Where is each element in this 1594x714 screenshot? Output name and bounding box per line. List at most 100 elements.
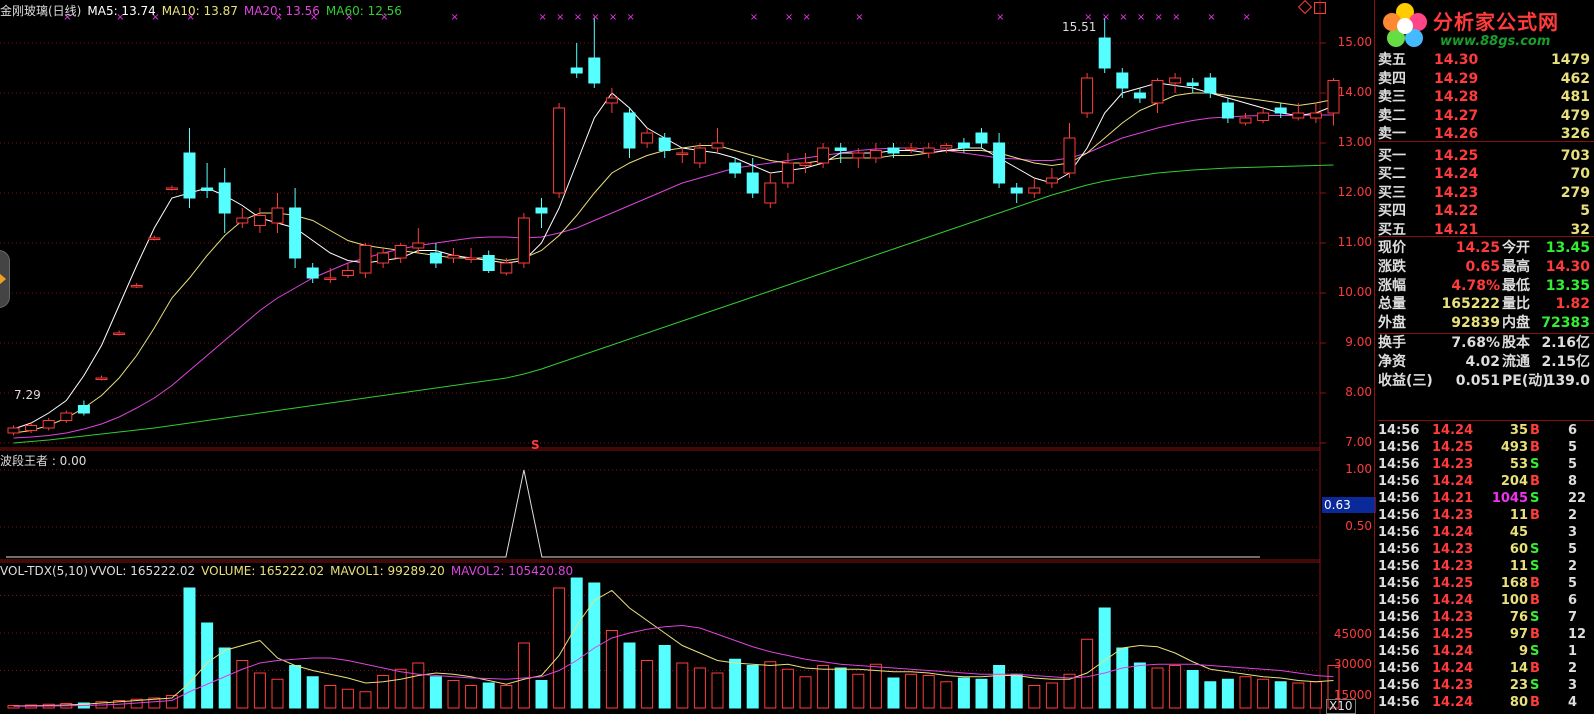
fund-value: 0.051	[1455, 372, 1500, 389]
volume-bar	[623, 642, 636, 709]
order-level-label: 卖二	[1378, 107, 1406, 124]
tick-time: 14:56	[1378, 644, 1420, 659]
volume-bar	[905, 673, 918, 709]
order-price: 14.30	[1434, 52, 1479, 68]
kline-chart[interactable]: × × × × × × × × × × × × × × × × × × × × × × × × × × × ×	[0, 0, 1378, 714]
volume-bar	[324, 685, 337, 709]
main-chart-header: 金刚玻璃(日线) MA5: 13.74 MA10: 13.87 MA20: 13.56…	[0, 2, 408, 19]
tick-count: 2	[1568, 661, 1578, 676]
tick-time: 14:56	[1378, 525, 1420, 540]
candle-body	[201, 187, 214, 191]
candle-body	[764, 182, 777, 204]
tick-row: 14:56 14.24 80 B 4	[1378, 694, 1594, 712]
candle-body	[60, 412, 73, 421]
candle-body	[359, 245, 372, 274]
tick-count: 2	[1568, 508, 1578, 523]
tick-time: 14:56	[1378, 491, 1420, 506]
signal-s-marker: S	[531, 438, 540, 452]
tick-side: B	[1530, 474, 1540, 489]
quote-divider	[1378, 236, 1594, 237]
candle-body	[42, 420, 55, 429]
candle-body	[1221, 102, 1234, 119]
candle-body	[623, 112, 636, 149]
fund-divider	[1378, 333, 1594, 334]
volume-label: VOLUME: 165222.02	[201, 564, 325, 578]
vvol-label: VVOL: 165222.02	[90, 564, 196, 578]
order-level-label: 卖四	[1378, 70, 1406, 87]
candle-body	[799, 162, 812, 166]
tick-row: 14:56 14.23 11 B 2	[1378, 507, 1594, 525]
panel-border	[1374, 0, 1375, 714]
tick-count: 22	[1568, 491, 1587, 506]
mavol2-label: MAVOL2: 105420.80	[450, 564, 574, 578]
price-axis-label: 7.00	[1345, 435, 1372, 449]
tick-count: 12	[1568, 627, 1587, 642]
volume-bar	[465, 685, 478, 709]
order-price: 14.29	[1434, 70, 1479, 87]
quote-value: 13.35	[1545, 277, 1590, 294]
candle-body	[711, 142, 724, 149]
volume-bar	[1081, 638, 1094, 709]
candle-body	[993, 142, 1006, 184]
candle-body	[341, 270, 354, 276]
signal-x-marker: ×	[855, 12, 863, 23]
tick-row: 14:56 14.24 35 B 6	[1378, 422, 1594, 440]
tick-volume: 76	[1509, 610, 1528, 625]
signal-x-marker: ×	[750, 12, 758, 23]
candle-body	[95, 377, 108, 380]
tick-count: 3	[1568, 678, 1578, 693]
candle-body	[113, 332, 126, 335]
volume-bar	[500, 685, 513, 709]
fund-value: 4.02	[1465, 353, 1500, 370]
tick-volume: 23	[1509, 678, 1528, 693]
tick-side: B	[1530, 661, 1540, 676]
candle-body	[517, 217, 530, 264]
order-book-row: 卖二 14.27 479	[1378, 107, 1594, 125]
volume-bar	[306, 676, 319, 709]
price-axis-label: 14.00	[1337, 85, 1372, 99]
fund-label: PE(动)	[1502, 372, 1549, 389]
signal-x-marker: ×	[785, 12, 793, 23]
tick-price: 14.23	[1432, 508, 1474, 523]
tick-price: 14.23	[1432, 610, 1474, 625]
quote-label: 外盘	[1378, 315, 1406, 332]
tick-row: 14:56 14.24 100 B 6	[1378, 592, 1594, 610]
tick-time: 14:56	[1378, 542, 1420, 557]
volume-bar	[764, 661, 777, 709]
order-level-label: 买四	[1378, 203, 1406, 219]
tick-side: S	[1530, 559, 1540, 574]
signal-x-marker: ×	[556, 12, 564, 23]
tick-volume: 53	[1509, 457, 1528, 472]
price-axis-label: 11.00	[1337, 235, 1372, 249]
volume-bar	[429, 676, 442, 709]
tick-count: 1	[1568, 644, 1578, 659]
volume-bar	[711, 672, 724, 709]
tick-price: 14.25	[1432, 440, 1474, 455]
order-price: 14.25	[1434, 147, 1479, 164]
candle-body	[905, 147, 918, 150]
volume-bar	[676, 662, 689, 709]
ma10-label: MA10: 13.87	[161, 4, 238, 18]
fundamentals-row: 净资 4.02 流通 2.15亿	[1378, 353, 1594, 371]
candle-body	[746, 172, 759, 194]
candle-body	[1309, 112, 1322, 119]
order-level-label: 买二	[1378, 166, 1406, 182]
tick-price: 14.24	[1432, 661, 1474, 676]
order-level-label: 卖五	[1378, 52, 1406, 68]
volume-bar	[993, 665, 1006, 709]
candle-body	[465, 257, 478, 260]
quote-label: 最低	[1502, 277, 1530, 294]
volume-bar	[799, 676, 812, 709]
candle-body	[605, 97, 618, 104]
order-price: 14.23	[1434, 184, 1479, 201]
logo-url: www.88gs.com	[1440, 34, 1551, 49]
left-collapse-handle[interactable]	[0, 250, 10, 308]
signal-x-marker: ×	[451, 12, 459, 23]
order-volume: 1479	[1551, 52, 1590, 68]
tick-time: 14:56	[1378, 508, 1420, 523]
tick-time: 14:56	[1378, 593, 1420, 608]
tick-time: 14:56	[1378, 610, 1420, 625]
window-icon[interactable]	[1314, 2, 1326, 14]
quote-value: 4.78%	[1451, 277, 1500, 294]
high-price-mark: 15.51	[1062, 20, 1097, 34]
